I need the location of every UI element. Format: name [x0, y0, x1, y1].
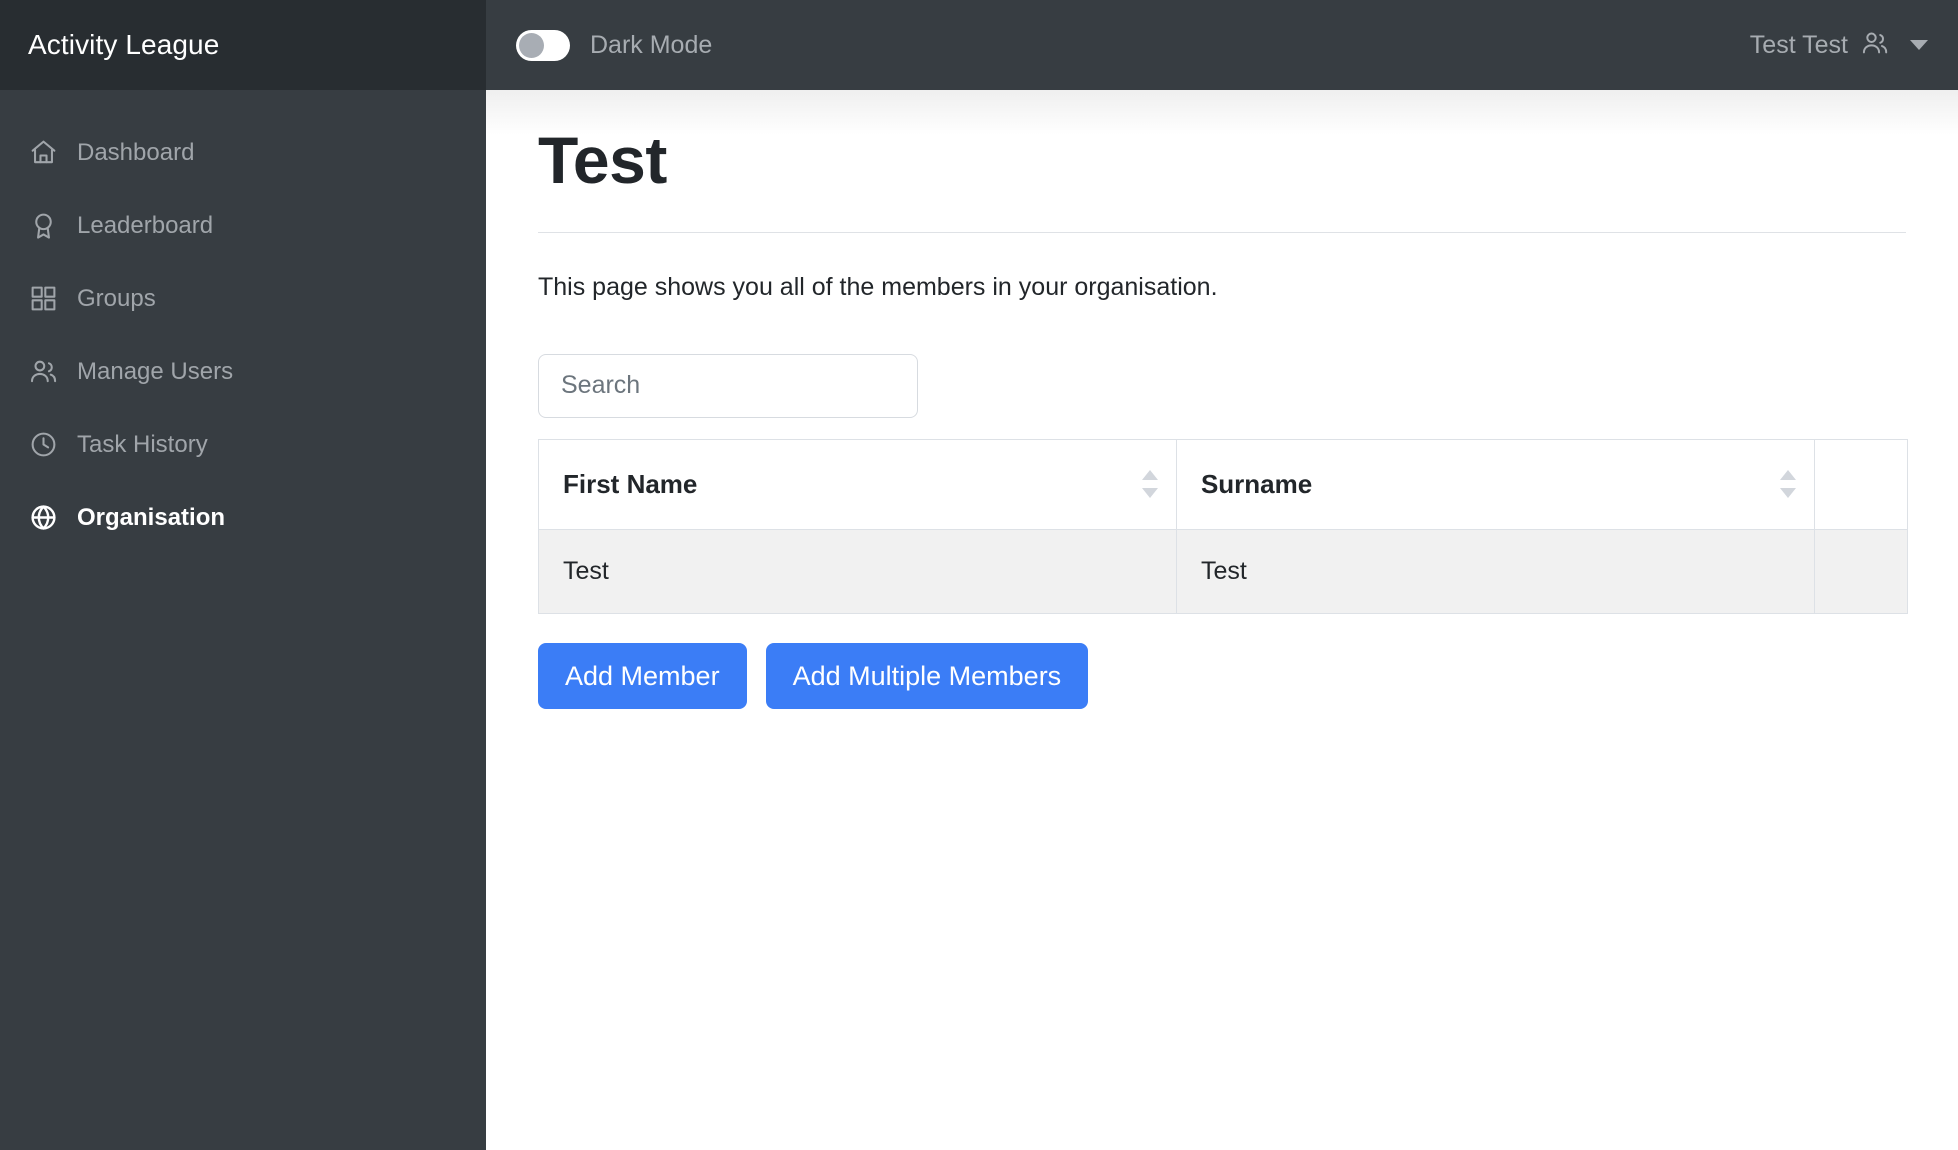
- action-button-row: Add Member Add Multiple Members: [538, 642, 1906, 709]
- cell-surname: Test: [1175, 528, 1815, 614]
- chevron-up-icon: [1779, 470, 1796, 481]
- topbar-left: Dark Mode: [516, 29, 713, 61]
- sort-toggle-icon[interactable]: [1141, 470, 1159, 499]
- sidebar-item-label: Manage Users: [77, 357, 234, 385]
- column-header-surname[interactable]: Surname: [1175, 438, 1815, 530]
- sidebar-nav: Dashboard Leaderboard Groups Manage User…: [0, 90, 486, 554]
- add-member-button[interactable]: Add Member: [538, 642, 747, 709]
- page-description: This page shows you all of the members i…: [538, 273, 1218, 302]
- search-input[interactable]: [538, 353, 918, 418]
- sidebar-item-label: Dashboard: [77, 138, 195, 166]
- column-header-label: Surname: [1200, 468, 1313, 499]
- sidebar-item-label: Leaderboard: [77, 211, 214, 239]
- sidebar-item-manage-users[interactable]: Manage Users: [0, 335, 486, 408]
- sidebar-item-label: Organisation: [77, 503, 226, 531]
- page-content: Test This page shows you all of the memb…: [486, 90, 1958, 709]
- members-table-body: Test Test: [538, 528, 1909, 614]
- cell-first-name: Test: [538, 528, 1177, 614]
- members-table-head: First Name Surname: [538, 438, 1909, 530]
- globe-icon: [28, 503, 58, 533]
- main-area: Dark Mode Test Test Test This page shows…: [486, 0, 1958, 1150]
- chevron-down-icon: [1141, 488, 1158, 499]
- column-header-label: First Name: [563, 468, 698, 499]
- sidebar: Activity League Dashboard Leaderboard Gr: [0, 0, 486, 1150]
- column-header-first-name[interactable]: First Name: [538, 438, 1177, 530]
- table-row[interactable]: Test Test: [538, 528, 1909, 614]
- chevron-down-icon: [1779, 488, 1796, 499]
- members-table: First Name Surname Test Test: [538, 438, 1909, 614]
- table-header-row: First Name Surname: [538, 438, 1909, 530]
- user-menu[interactable]: Test Test: [1750, 29, 1934, 62]
- toggle-knob: [519, 32, 544, 58]
- page-title: Test: [538, 123, 667, 197]
- content-scroll-region[interactable]: Test This page shows you all of the memb…: [486, 90, 1958, 1150]
- chevron-up-icon: [1141, 470, 1158, 481]
- clock-icon: [28, 430, 58, 460]
- cell-actions[interactable]: [1813, 528, 1909, 614]
- sidebar-item-leaderboard[interactable]: Leaderboard: [0, 189, 486, 262]
- chevron-down-icon[interactable]: [1910, 40, 1928, 50]
- dark-mode-label: Dark Mode: [590, 30, 713, 59]
- topbar: Dark Mode Test Test: [486, 0, 1958, 90]
- sidebar-item-label: Groups: [77, 284, 156, 312]
- sidebar-item-dashboard[interactable]: Dashboard: [0, 116, 486, 189]
- search-container: [538, 353, 1906, 418]
- users-icon: [28, 357, 58, 387]
- sidebar-brand[interactable]: Activity League: [0, 0, 486, 90]
- members-table-container: First Name Surname Test Test: [538, 438, 1909, 614]
- sidebar-item-task-history[interactable]: Task History: [0, 408, 486, 481]
- sidebar-item-label: Task History: [77, 430, 208, 458]
- home-icon: [28, 138, 58, 168]
- sidebar-brand-label: Activity League: [28, 29, 220, 60]
- sidebar-item-organisation[interactable]: Organisation: [0, 481, 486, 554]
- title-divider: [538, 232, 1906, 234]
- add-multiple-members-button[interactable]: Add Multiple Members: [765, 642, 1089, 709]
- sidebar-item-groups[interactable]: Groups: [0, 262, 486, 335]
- award-icon: [28, 211, 58, 241]
- sort-toggle-icon[interactable]: [1779, 470, 1797, 499]
- column-header-actions: [1813, 438, 1909, 530]
- dark-mode-toggle[interactable]: [516, 29, 570, 61]
- grid-icon: [28, 284, 58, 314]
- users-avatar-icon: [1861, 29, 1889, 62]
- user-name-label: Test Test: [1749, 30, 1848, 59]
- app-root: Activity League Dashboard Leaderboard Gr: [0, 0, 1958, 1150]
